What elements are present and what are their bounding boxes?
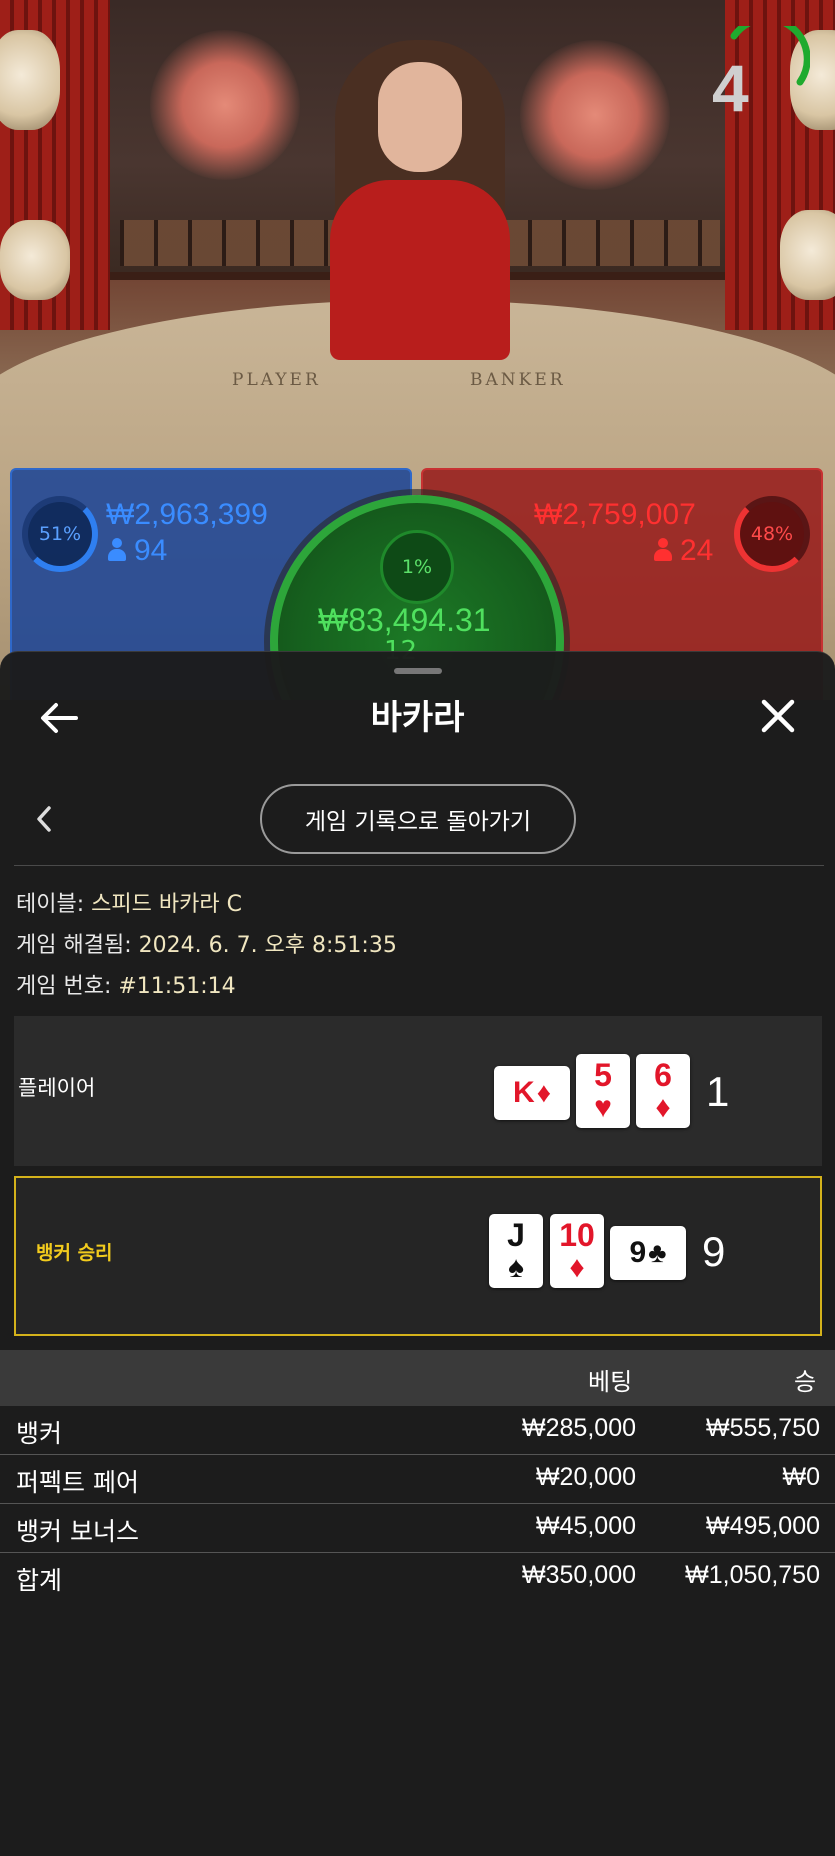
settlement-row-win: ₩1,050,750 — [685, 1561, 820, 1589]
player-percent-ring: 51% — [22, 496, 98, 572]
card-suit-icon: ♦ — [536, 1077, 551, 1108]
header-bet: 베팅 — [588, 1368, 633, 1396]
settlement-row-label: 합계 — [16, 1566, 63, 1595]
banker-win-label: 뱅커 승리 — [36, 1242, 113, 1264]
banker-percent-ring: 48% — [734, 496, 810, 572]
sheet-title: 바카라 — [370, 698, 465, 738]
card-rank: 6 — [654, 1057, 672, 1093]
sheet-drag-handle[interactable] — [394, 668, 442, 674]
settlement-row-bet: ₩20,000 — [535, 1463, 636, 1491]
lantern-icon — [780, 210, 835, 300]
chevron-left-icon[interactable] — [32, 804, 56, 834]
settlement-row-bet: ₩350,000 — [522, 1561, 636, 1589]
dealer-body — [330, 180, 510, 360]
banker-card: 9 ♣ — [610, 1226, 686, 1280]
row-divider — [0, 1454, 835, 1455]
table-label: 테이블: — [16, 892, 85, 917]
card-rank: J — [507, 1217, 525, 1253]
table-word-banker: BANKER — [470, 370, 566, 390]
banker-total-amount: ₩2,759,007 — [534, 498, 696, 531]
banker-hand-row — [14, 1176, 822, 1336]
settlement-row-label: 뱅커 — [16, 1419, 63, 1448]
lantern-icon — [0, 220, 70, 300]
countdown-timer: 4 — [712, 51, 749, 125]
settlement-row-label: 퍼펙트 페어 — [16, 1468, 139, 1497]
card-suit-icon: ♦ — [655, 1091, 671, 1124]
banker-score: 9 — [702, 1228, 726, 1275]
table-info: 테이블: 스피드 바카라 C — [16, 886, 242, 918]
blossom-right — [520, 40, 670, 190]
tie-percent-ring: 1% — [380, 530, 454, 604]
table-value: 스피드 바카라 C — [91, 892, 242, 917]
player-count-value: 94 — [134, 534, 168, 567]
player-card: K ♦ — [494, 1066, 570, 1120]
resolved-info: 게임 해결됨: 2024. 6. 7. 오후 8:51:35 — [16, 927, 397, 959]
card-suit-icon: ♥ — [594, 1091, 612, 1124]
close-icon[interactable] — [756, 694, 800, 738]
game-number-value: #11:51:14 — [118, 974, 236, 999]
person-icon — [654, 538, 672, 562]
settlement-row-label: 뱅커 보너스 — [16, 1517, 139, 1546]
player-bettor-count: 94 — [108, 534, 167, 568]
player-score: 1 — [706, 1068, 730, 1115]
card-suit-icon: ♣ — [648, 1237, 667, 1268]
card-rank: 5 — [594, 1057, 612, 1093]
card-rank: 9 — [629, 1236, 647, 1269]
resolved-value: 2024. 6. 7. 오후 8:51:35 — [138, 933, 397, 958]
divider — [14, 865, 824, 866]
tie-total-amount: ₩83,494.31 — [318, 602, 491, 638]
banker-count-value: 24 — [680, 534, 714, 567]
game-number-label: 게임 번호: — [16, 974, 112, 999]
card-rank: K — [513, 1076, 535, 1109]
settlement-row-bet: ₩285,000 — [522, 1414, 636, 1442]
settlement-row-win: ₩555,750 — [706, 1414, 820, 1442]
player-hand-row — [14, 1016, 822, 1166]
player-card: 6 ♦ — [636, 1054, 690, 1128]
banker-card: 10 ♦ — [550, 1214, 604, 1288]
settlement-row-bet: ₩45,000 — [535, 1512, 636, 1540]
resolved-label: 게임 해결됨: — [16, 933, 132, 958]
tie-percent: 1% — [401, 556, 433, 578]
banker-card: J ♠ — [489, 1214, 543, 1288]
banker-percent: 48% — [750, 523, 794, 545]
settlement-row-win: ₩495,000 — [706, 1512, 820, 1540]
banker-bettor-count: 24 — [654, 534, 713, 568]
player-card: 5 ♥ — [576, 1054, 630, 1128]
person-icon — [108, 538, 126, 562]
player-hand-label: 플레이어 — [18, 1076, 96, 1100]
player-total-amount: ₩2,963,399 — [106, 498, 268, 531]
player-percent: 51% — [38, 523, 82, 545]
settlement-table-header — [0, 1350, 835, 1406]
row-divider — [0, 1552, 835, 1553]
card-rank: 10 — [559, 1217, 595, 1253]
row-divider — [0, 1503, 835, 1504]
settlement-row-win: ₩0 — [782, 1463, 821, 1491]
card-suit-icon: ♦ — [569, 1251, 585, 1284]
blossom-left — [150, 30, 300, 180]
lantern-icon — [0, 30, 60, 130]
dealer-face — [378, 62, 462, 172]
header-win: 승 — [794, 1368, 817, 1396]
game-number-info: 게임 번호: #11:51:14 — [16, 968, 236, 1000]
table-word-player: PLAYER — [232, 370, 321, 390]
card-suit-icon: ♠ — [508, 1251, 524, 1284]
back-to-history-button[interactable]: 게임 기록으로 돌아가기 — [260, 784, 576, 854]
